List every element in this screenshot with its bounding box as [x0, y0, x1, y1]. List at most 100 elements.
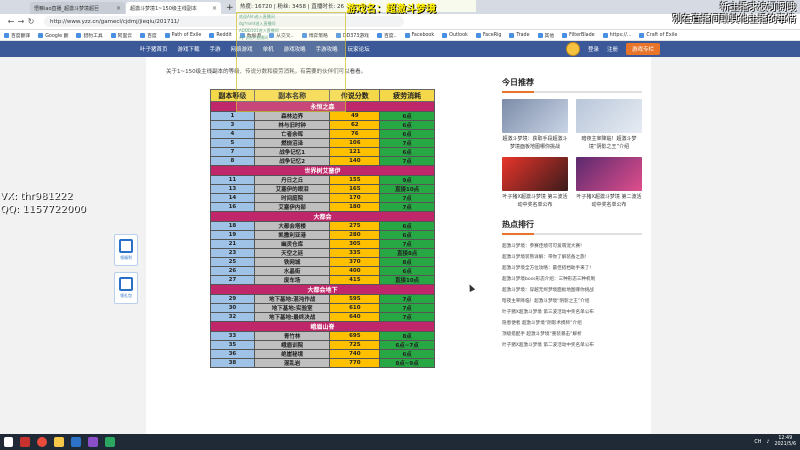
reload-icon[interactable]: ↻ [26, 17, 36, 26]
bookmark-item[interactable]: 阿里云 [110, 32, 132, 39]
bookmark-item[interactable]: Outlook [442, 32, 468, 38]
app-icon[interactable] [88, 437, 98, 447]
bookmark-item[interactable]: 百度 [140, 32, 157, 39]
bookmark-item[interactable]: Craft of Exile [639, 32, 678, 38]
recommend-caption: 暗夜主宰降临！超激斗梦境“阴影之王”介绍 [581, 136, 637, 150]
close-icon[interactable]: × [116, 5, 121, 12]
recommend-card[interactable]: 超激斗梦境：获取手段超激斗梦境面板地图哪你挑战 [502, 99, 568, 151]
recommend-card[interactable]: 叶子猪X超激斗梦境 第三波活动中奖名单公布 [502, 157, 568, 209]
table-cell: 7 [210, 147, 255, 157]
bookmark-label: Craft of Exile [646, 32, 678, 38]
forward-icon[interactable]: → [16, 17, 26, 26]
table-cell: 6点~7点 [379, 340, 435, 350]
hot-list-item[interactable]: 超激斗梦境全方位攻略：最佳搭档助手来了! [502, 263, 642, 274]
bookmark-label: DD373游戏 [342, 33, 369, 39]
new-tab-button[interactable]: + [226, 2, 234, 14]
table-cell: 峨眉训院 [253, 340, 331, 350]
folder-icon[interactable] [54, 437, 64, 447]
browser-tab-1[interactable]: 悟嘛iao直播_超激斗梦境超巨 × [30, 2, 125, 14]
hot-list-item[interactable]: 超激斗梦境boss形态介绍：三种形态三种机制 [502, 274, 642, 285]
thumbnail-image [576, 99, 642, 133]
bookmark-item[interactable]: https://... [602, 32, 631, 38]
wechat-text: VX: thr981222 [0, 191, 73, 202]
table-cell: 32 [210, 312, 255, 322]
table-cell: 33 [210, 331, 255, 341]
bookmark-item[interactable]: FilterBlade [562, 32, 595, 38]
close-icon[interactable]: × [212, 5, 217, 12]
browser-tab-2[interactable]: 超激斗梦境1~150级主线副本 × [126, 2, 221, 14]
table-cell: 大都会塔楼 [253, 221, 331, 231]
language-indicator[interactable]: CH [754, 440, 761, 445]
app-icon[interactable] [20, 437, 30, 447]
table-cell: 140 [329, 156, 381, 166]
bookmark-item[interactable]: Path of Exile [164, 32, 201, 38]
bookmark-item[interactable]: 百度.. [376, 32, 397, 39]
site-nav-item[interactable]: 叶子猪首页 [140, 45, 168, 53]
browser-icon[interactable] [37, 437, 47, 447]
back-icon[interactable]: ← [6, 17, 16, 26]
hot-list-item[interactable]: 超激斗梦境：参赛佳绩可可爱萌宠大赛! [502, 241, 642, 252]
hot-list-item[interactable]: 暗夜主宰降临！超激斗梦境“阴影之王”介绍 [502, 296, 642, 307]
table-row: 5 燃烧沼泽 106 7点 [210, 138, 435, 148]
site-nav-item[interactable]: 玩家论坛 [348, 45, 370, 53]
table-row: 7 战争记忆1 121 6点 [210, 147, 435, 157]
site-nav-item[interactable]: 手游 [210, 45, 221, 53]
table-cell: 6点 [379, 111, 435, 121]
bookmark-item[interactable]: 百度翻译 [4, 32, 30, 39]
hot-list-item[interactable]: 超激斗梦境：穿越无烬梦境面板地图哪你挑战 [502, 285, 642, 296]
hot-list-item[interactable]: 超激斗梦境装熟详解：带你了解装备之旅! [502, 252, 642, 263]
sidebar: 今日推荐 超激斗梦境：获取手段超激斗梦境面板地图哪你挑战 暗夜主宰降临！超激斗梦境… [502, 77, 642, 351]
bookmark-item[interactable]: Facebook [404, 32, 434, 38]
hot-list-item[interactable]: 隐患便者 超激斗梦境“阴影术携师”介绍 [502, 318, 642, 329]
bookmark-item[interactable]: Reddit [209, 32, 232, 38]
table-cell: 165 [329, 184, 381, 194]
bookmark-item[interactable]: Google 翻 [38, 32, 68, 39]
table-cell: 直接10点 [379, 275, 435, 285]
bookmark-icon [38, 32, 44, 38]
column-header: 疲劳消耗 [379, 89, 435, 102]
clock[interactable]: 12:49 2021/5/6 [774, 436, 796, 448]
table-row: 35 峨眉训院 725 6点~7点 [210, 340, 435, 350]
bookmark-item[interactable]: 其他 [537, 32, 554, 39]
hot-list-item[interactable]: 顶级搭配手 超激斗梦境“重装暴击”解析 [502, 329, 642, 340]
bookmark-item[interactable]: Trade [509, 32, 530, 38]
contact-overlay: VX: thr981222 QQ: 1157722000 [0, 190, 86, 216]
volume-icon[interactable]: ♪ [766, 440, 769, 445]
bookmark-icon [602, 32, 608, 38]
float-gift-button[interactable]: 领礼包 [114, 272, 138, 304]
app-icon[interactable] [71, 437, 81, 447]
table-cell: 770 [329, 358, 381, 368]
game-column-button[interactable]: 游戏专栏 [625, 43, 660, 55]
site-nav-item[interactable]: 游戏下载 [178, 45, 200, 53]
table-row: 16 艾塞伊内部 180 7点 [210, 202, 435, 212]
float-welfare-button[interactable]: 领福利 [114, 234, 138, 266]
url-input[interactable]: http://www.yzz.cn/gamecl/cjdmj/jieqiu/20… [44, 16, 404, 27]
table-cell: 林与旧时钟 [253, 120, 331, 130]
bookmark-item[interactable]: 猎豹工具 [76, 32, 103, 39]
game-name-overlay: 游戏名：超激斗梦境 [346, 4, 436, 15]
table-cell: 8点 [379, 257, 435, 267]
app-icon[interactable] [105, 437, 115, 447]
register-link[interactable]: 注册 [607, 45, 618, 53]
recommend-card[interactable]: 暗夜主宰降临！超激斗梦境“阴影之王”介绍 [576, 99, 642, 151]
table-cell: 725 [329, 340, 381, 350]
table-cell: 76 [329, 129, 381, 139]
recommend-card[interactable]: 叶子猪X超激斗梦境 第二波活动中奖名单公布 [576, 157, 642, 209]
table-cell: 595 [329, 294, 381, 304]
table-row: 19 凯撒利亚港 280 6点 [210, 230, 435, 240]
section-row: 峨眉山脊 [210, 321, 435, 332]
table-cell: 绝崖秘境 [253, 349, 331, 359]
table-cell: 62 [329, 120, 381, 130]
hot-list-item[interactable]: 叶子猪X超激斗梦境 第二波活动中奖名单公布 [502, 340, 642, 351]
table-row: 1 森林边界 49 6点 [210, 111, 435, 121]
bookmark-icon [110, 32, 116, 38]
login-link[interactable]: 登录 [588, 45, 599, 53]
table-cell: 8点 [379, 331, 435, 341]
table-cell: 地下基地:实验室 [253, 303, 331, 313]
windows-start-icon[interactable] [4, 437, 13, 447]
bookmark-icon [537, 32, 543, 38]
hot-list-item[interactable]: 叶子猪X超激斗梦境 第三波活动中奖名单公布 [502, 307, 642, 318]
bookmark-item[interactable]: FaceRig [475, 32, 501, 38]
table-cell: 7点 [379, 138, 435, 148]
taskbar: CH ♪ 12:49 2021/5/6 [0, 434, 800, 450]
